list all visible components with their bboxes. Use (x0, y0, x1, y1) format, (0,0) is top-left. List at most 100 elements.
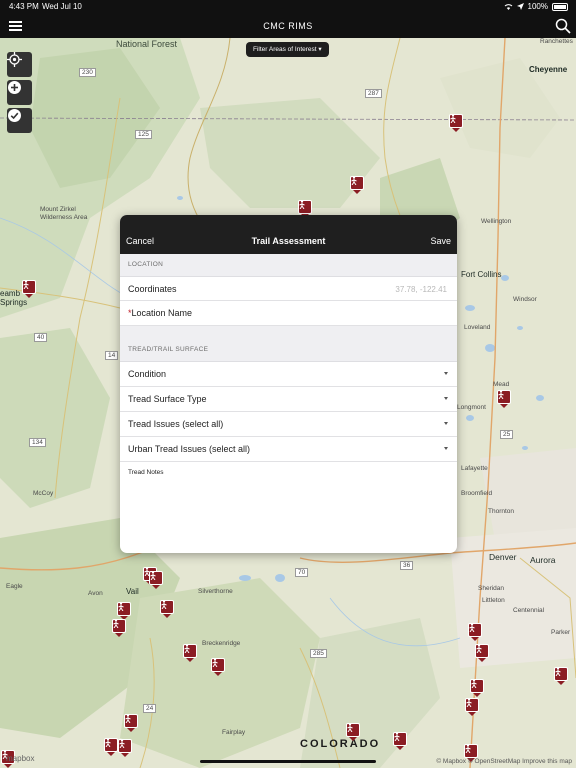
label-lafayette: Lafayette (461, 465, 488, 472)
modal-title: Trail Assessment (251, 236, 326, 246)
wifi-icon (504, 4, 512, 10)
highway-shield: 36 (400, 561, 414, 570)
urban-issues-label: Urban Tread Issues (select all) (128, 444, 251, 454)
app-title: CMC RIMS (263, 21, 313, 31)
trail-marker-pin[interactable] (183, 644, 197, 662)
search-icon[interactable] (555, 18, 571, 34)
location-name-row[interactable]: *Location Name (120, 301, 457, 325)
add-point-button[interactable] (7, 80, 32, 105)
surface-type-select[interactable]: Tread Surface Type (120, 387, 457, 412)
trail-marker-pin[interactable] (468, 623, 482, 641)
chevron-down-icon (444, 447, 448, 450)
trail-marker-pin[interactable] (124, 714, 138, 732)
tread-issues-select[interactable]: Tread Issues (select all) (120, 412, 457, 437)
label-longmont: Longmont (457, 404, 486, 411)
label-breckenridge: Breckenridge (202, 640, 241, 647)
trail-marker-pin[interactable] (22, 280, 36, 298)
highway-shield: 285 (310, 649, 327, 658)
battery-percent: 100% (527, 2, 548, 11)
trail-marker-pin[interactable] (104, 738, 118, 756)
chevron-down-icon (444, 422, 448, 425)
trail-marker-pin[interactable] (449, 114, 463, 132)
trail-marker-pin[interactable] (346, 723, 360, 741)
trail-marker-pin[interactable] (118, 739, 132, 757)
label-steamboat: eamb (0, 289, 21, 298)
trail-marker-pin[interactable] (112, 619, 126, 637)
label-springs: Springs (0, 298, 28, 307)
surface-type-label: Tread Surface Type (128, 394, 207, 404)
label-mead: Mead (493, 381, 510, 388)
mapbox-logo: mapbox (6, 754, 35, 763)
highway-shield: 14 (105, 351, 119, 360)
status-bar: 4:43 PM Wed Jul 10 100% (0, 0, 576, 14)
tread-notes-field[interactable] (128, 479, 452, 553)
trail-marker-pin[interactable] (554, 667, 568, 685)
label-littleton: Littleton (482, 597, 505, 604)
location-name-label: Location Name (131, 308, 193, 318)
label-wellington: Wellington (481, 218, 512, 225)
coordinates-label: Coordinates (128, 284, 177, 294)
trail-marker-pin[interactable] (350, 176, 364, 194)
label-fairplay: Fairplay (222, 729, 246, 736)
trail-marker-pin[interactable] (160, 600, 174, 618)
highway-shield: 134 (29, 438, 46, 447)
label-windsor: Windsor (513, 296, 537, 303)
label-silverthorne: Silverthorne (198, 588, 233, 595)
locate-button[interactable] (7, 52, 32, 77)
label-broomfield: Broomfield (461, 490, 493, 497)
label-denver: Denver (489, 552, 517, 562)
label-eagle: Eagle (6, 583, 23, 590)
coordinates-row[interactable]: Coordinates 37.78, -122.41 (120, 277, 457, 301)
label-thornton: Thornton (488, 508, 515, 515)
label-aurora: Aurora (530, 555, 556, 565)
label-centennial: Centennial (513, 607, 545, 614)
modal-header: Cancel Trail Assessment Save (120, 215, 457, 254)
highway-shield: 70 (295, 568, 309, 577)
section-tread: TREAD/TRAIL SURFACE (120, 325, 457, 362)
label-loveland: Loveland (464, 324, 491, 331)
condition-select[interactable]: Condition (120, 362, 457, 387)
trail-marker-pin[interactable] (497, 390, 511, 408)
highway-shield: 125 (135, 130, 152, 139)
chevron-down-icon (444, 372, 448, 375)
status-time: 4:43 PM (9, 2, 39, 11)
highway-shield: 287 (365, 89, 382, 98)
chevron-down-icon (444, 397, 448, 400)
confirm-button[interactable] (7, 108, 32, 133)
status-right: 100% (504, 2, 568, 11)
trail-marker-pin[interactable] (475, 644, 489, 662)
check-icon (8, 109, 21, 122)
label-ranchettes: Ranchettes (540, 38, 573, 45)
trail-marker-pin[interactable] (211, 658, 225, 676)
filter-areas-button[interactable]: Filter Areas of Interest ▾ (246, 42, 329, 57)
map-attribution[interactable]: © Mapbox © OpenStreetMap Improve this ma… (436, 758, 572, 765)
location-target-icon (7, 52, 22, 67)
highway-shield: 25 (500, 430, 514, 439)
trail-marker-pin[interactable] (465, 698, 479, 716)
label-wilderness-area: Wilderness Area (40, 214, 88, 221)
label-fort-collins: Fort Collins (461, 270, 502, 279)
nav-bar: CMC RIMS (0, 14, 576, 38)
highway-shield: 230 (79, 68, 96, 77)
label-sheridan: Sheridan (478, 585, 505, 592)
tread-issues-label: Tread Issues (select all) (128, 419, 224, 429)
trail-marker-pin[interactable] (393, 732, 407, 750)
label-colorado: COLORADO (300, 738, 381, 750)
condition-label: Condition (128, 369, 167, 379)
highway-shield: 40 (34, 333, 48, 342)
trail-marker-pin[interactable] (470, 679, 484, 697)
tread-notes-label: Tread Notes (128, 469, 164, 476)
plus-icon (8, 81, 21, 94)
trail-marker-pin[interactable] (149, 571, 163, 589)
save-button[interactable]: Save (430, 236, 451, 246)
label-parker: Parker (551, 629, 571, 636)
label-vail: Vail (126, 587, 139, 596)
label-mount-zirkel: Mount Zirkel (40, 206, 76, 213)
highway-shield: 24 (143, 704, 157, 713)
urban-issues-select[interactable]: Urban Tread Issues (select all) (120, 437, 457, 462)
coordinates-value: 37.78, -122.41 (395, 285, 447, 294)
home-indicator (200, 760, 376, 763)
trail-marker-pin[interactable] (117, 602, 131, 620)
trail-assessment-modal: Cancel Trail Assessment Save LOCATION Co… (120, 215, 457, 553)
status-date: Wed Jul 10 (42, 2, 82, 11)
